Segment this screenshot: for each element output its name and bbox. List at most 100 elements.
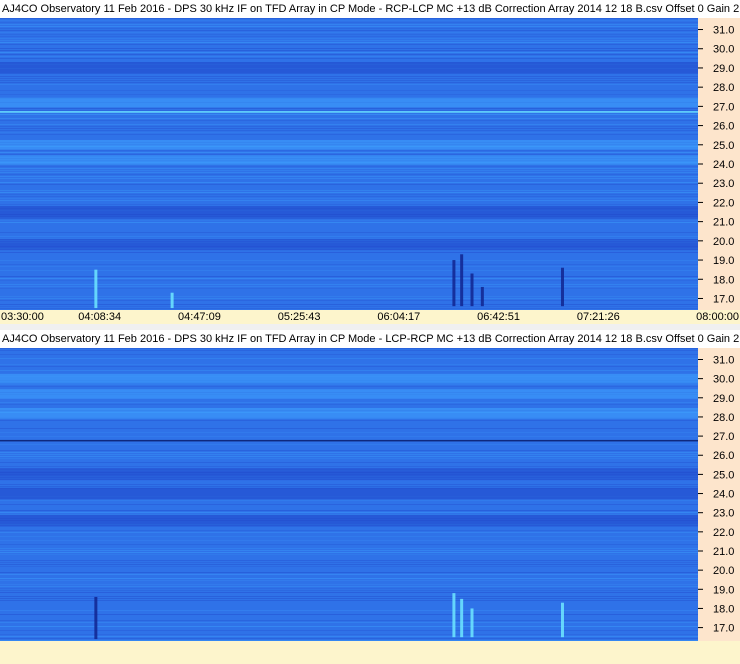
noise-stripe: [0, 176, 698, 177]
time-tick-label: 03:30:00: [1, 311, 44, 323]
noise-stripe: [0, 40, 698, 41]
noise-stripe: [0, 192, 698, 193]
frequency-tick-label: 28.0: [713, 412, 734, 424]
frequency-tick-label: 17.0: [713, 623, 734, 635]
noise-stripe: [0, 418, 698, 419]
noise-stripe: [0, 588, 698, 589]
noise-stripe: [0, 590, 698, 591]
frequency-tick-label: 21.0: [713, 546, 734, 558]
noise-stripe: [0, 308, 698, 309]
burst-mark: [452, 260, 456, 307]
noise-stripe: [0, 586, 698, 587]
noise-stripe: [0, 36, 698, 37]
noise-stripe: [0, 80, 698, 81]
light-band: [0, 373, 698, 384]
noise-stripe: [0, 580, 698, 581]
frequency-tick-label: 20.0: [713, 565, 734, 577]
frequency-tick-label: 22.0: [713, 527, 734, 539]
burst-mark: [560, 267, 564, 307]
frequency-tick-label: 30.0: [713, 374, 734, 386]
noise-stripe: [0, 58, 698, 59]
frequency-tick-label: 23.0: [713, 178, 734, 190]
noise-stripe: [0, 108, 698, 109]
noise-stripe: [0, 484, 698, 485]
time-tick-label: 05:25:43: [277, 311, 321, 323]
noise-stripe: [0, 90, 698, 91]
noise-stripe: [0, 182, 698, 183]
noise-stripe: [0, 458, 698, 459]
noise-stripe: [0, 28, 698, 29]
noise-stripe: [0, 456, 698, 457]
noise-stripe: [0, 126, 698, 127]
noise-stripe: [0, 78, 698, 79]
frequency-tick-label: 19.0: [713, 255, 734, 267]
noise-stripe: [0, 298, 698, 299]
noise-stripe: [0, 132, 698, 133]
rcp-lcp-panel: AJ4CO Observatory 11 Feb 2016 - DPS 30 k…: [0, 0, 740, 330]
noise-stripe: [0, 404, 698, 405]
noise-stripe: [0, 42, 698, 43]
noise-stripe: [0, 554, 698, 555]
noise-stripe: [0, 566, 698, 567]
noise-stripe: [0, 174, 698, 175]
noise-stripe: [0, 218, 698, 219]
noise-stripe: [0, 526, 698, 527]
noise-stripe: [0, 34, 698, 35]
time-tick-label: 06:42:51: [477, 311, 520, 323]
noise-stripe: [0, 152, 698, 153]
noise-stripe: [0, 584, 698, 585]
burst-mark: [170, 292, 174, 309]
noise-stripe: [0, 462, 698, 463]
noise-stripe: [0, 452, 698, 453]
noise-stripe: [0, 636, 698, 637]
noise-stripe: [0, 454, 698, 455]
noise-stripe: [0, 620, 698, 621]
noise-stripe: [0, 286, 698, 287]
lcp-rcp-panel: AJ4CO Observatory 11 Feb 2016 - DPS 30 k…: [0, 330, 740, 664]
noise-stripe: [0, 350, 698, 351]
light-band: [0, 389, 698, 399]
noise-stripe: [0, 348, 698, 349]
noise-stripe: [0, 84, 698, 85]
noise-stripe: [0, 150, 698, 151]
burst-mark: [480, 286, 484, 307]
noise-stripe: [0, 284, 698, 285]
frequency-tick-label: 26.0: [713, 121, 734, 133]
noise-stripe: [0, 194, 698, 195]
noise-stripe: [0, 120, 698, 121]
frequency-tick-label: 25.0: [713, 140, 734, 152]
noise-stripe: [0, 20, 698, 21]
frequency-tick-label: 31.0: [713, 354, 734, 366]
noise-stripe: [0, 54, 698, 55]
frequency-tick-label: 26.0: [713, 450, 734, 462]
noise-stripe: [0, 288, 698, 289]
noise-stripe: [0, 600, 698, 601]
noise-stripe: [0, 552, 698, 553]
time-tick-label: 07:21:26: [576, 311, 620, 323]
noise-stripe: [0, 56, 698, 57]
noise-stripe: [0, 238, 698, 239]
frequency-tick-label: 24.0: [713, 489, 734, 501]
burst-mark: [470, 273, 474, 307]
noise-stripe: [0, 532, 698, 533]
noise-stripe: [0, 134, 698, 135]
noise-stripe: [0, 30, 698, 31]
spectrogram-rcp-lcp: 31.0 30.0 29.0 28.0 27.0 26.0 25.0 24.0 23.0 22.0…: [0, 18, 740, 310]
noise-stripe: [0, 486, 698, 487]
noise-stripe: [0, 236, 698, 237]
dark-band: [0, 206, 698, 218]
noise-stripe: [0, 420, 698, 421]
noise-stripe: [0, 130, 698, 131]
noise-stripe: [0, 82, 698, 83]
burst-mark: [94, 269, 98, 309]
panel-title: AJ4CO Observatory 11 Feb 2016 - DPS 30 k…: [0, 330, 740, 348]
noise-stripe: [0, 124, 698, 125]
noise-stripe: [0, 386, 698, 387]
light-band: [0, 408, 698, 418]
noise-stripe: [0, 544, 698, 545]
interference-line: [0, 111, 698, 113]
noise-stripe: [0, 200, 698, 201]
noise-stripe: [0, 296, 698, 297]
noise-stripe: [0, 266, 698, 267]
frequency-tick-label: 17.0: [713, 293, 734, 305]
